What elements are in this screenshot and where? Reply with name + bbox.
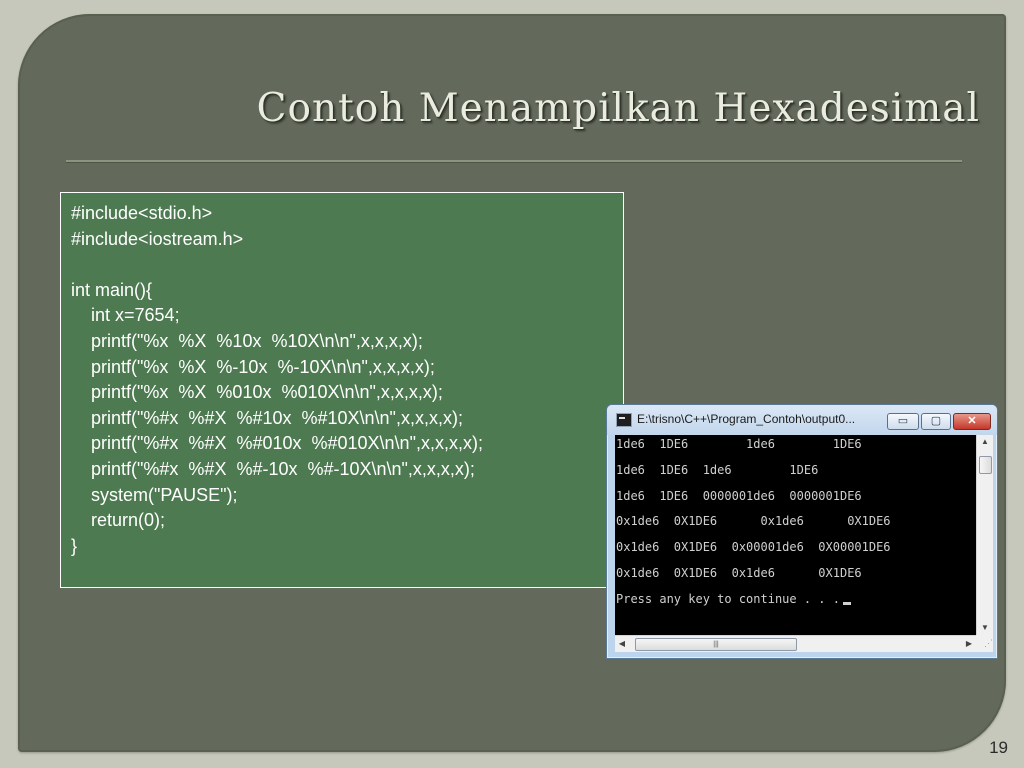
code-line: printf("%x %X %-10x %-10X\n\n",x,x,x,x); [71,356,435,377]
scroll-right-arrow-icon[interactable]: ▶ [962,636,976,652]
close-button[interactable]: ✕ [953,413,991,430]
code-line: printf("%#x %#X %#-10x %#-10X\n\n",x,x,x… [71,458,475,479]
code-line: system("PAUSE"); [71,484,238,505]
horizontal-scrollbar[interactable]: ◀ ||| ▶ [615,635,976,652]
code-line: printf("%x %X %010x %010X\n\n",x,x,x,x); [71,382,443,403]
console-titlebar[interactable]: E:\trisno\C++\Program_Contoh\output0... … [607,405,997,435]
console-output: 1de6 1DE6 1de6 1DE6 1de6 1DE6 1de6 1DE6 … [616,437,976,618]
code-line: int x=7654; [71,305,180,326]
code-line: #include<stdio.h> [71,203,213,223]
minimize-button[interactable]: ▭ [887,413,919,430]
console-line: 0x1de6 0X1DE6 0x00001de6 0X00001DE6 [616,540,891,555]
console-prompt-text: Press any key to continue . . . [616,591,840,606]
code-box: #include<stdio.h> #include<iostream.h> i… [60,192,624,588]
scroll-up-arrow-icon[interactable]: ▲ [977,435,993,449]
console-line: 1de6 1DE6 1de6 1DE6 [616,462,819,477]
code-line: int main(){ [71,279,153,300]
title-divider [66,160,962,163]
vertical-scrollbar[interactable]: ▲ ▼ [976,435,993,635]
code-line: printf("%x %X %10x %10X\n\n",x,x,x,x); [71,330,423,351]
console-window-title: E:\trisno\C++\Program_Contoh\output0... [637,412,856,426]
console-line: 0x1de6 0X1DE6 0x1de6 0X1DE6 [616,514,891,529]
code-line: #include<iostream.h> [71,228,244,249]
console-line: 0x1de6 0X1DE6 0x1de6 0X1DE6 [616,565,862,580]
scroll-down-arrow-icon[interactable]: ▼ [977,621,993,635]
console-prompt-line: Press any key to continue . . . [616,592,976,618]
console-line: 1de6 1DE6 1de6 1DE6 [616,437,862,451]
console-app-icon[interactable] [616,413,632,427]
console-body[interactable]: 1de6 1DE6 1de6 1DE6 1de6 1DE6 1de6 1DE6 … [615,435,993,652]
horizontal-scroll-thumb[interactable]: ||| [635,638,797,651]
resize-grip-icon[interactable]: ⋰ [976,635,993,652]
cursor-icon [842,601,851,605]
code-line: } [71,535,78,556]
maximize-button[interactable]: ▢ [921,413,951,430]
page-number: 19 [989,738,1008,757]
code-line: return(0); [71,510,166,531]
console-window[interactable]: E:\trisno\C++\Program_Contoh\output0... … [606,404,998,659]
slide-title: Contoh Menampilkan Hexadesimal [256,86,980,131]
code-line: printf("%#x %#X %#010x %#010X\n\n",x,x,x… [71,433,483,454]
scroll-left-arrow-icon[interactable]: ◀ [615,636,629,652]
console-line: 1de6 1DE6 0000001de6 0000001DE6 [616,488,862,503]
vertical-scroll-thumb[interactable] [979,456,992,474]
code-line: printf("%#x %#X %#10x %#10X\n\n",x,x,x,x… [71,407,463,428]
